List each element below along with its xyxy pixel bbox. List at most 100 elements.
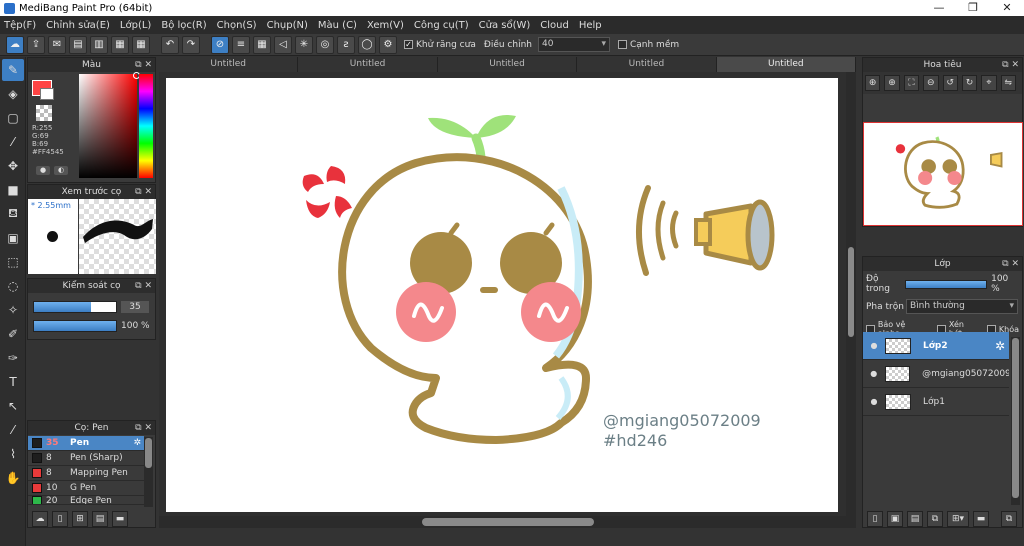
brush-list-scrollbar[interactable] — [144, 437, 153, 507]
snap-perspective-icon[interactable]: ◁ — [274, 35, 292, 54]
text-tool-icon[interactable]: T — [2, 371, 24, 393]
brush-opacity-slider[interactable] — [33, 320, 117, 332]
redo-button[interactable]: ↷ — [182, 35, 200, 54]
tab-untitled-4[interactable]: Untitled — [577, 57, 717, 72]
soft-edge-checkbox[interactable] — [617, 40, 627, 49]
snap-circle-icon[interactable]: ◎ — [316, 35, 334, 54]
snap-off-icon[interactable]: ⊘ — [211, 35, 229, 54]
panel-close-icon[interactable]: ⧉ ✕ — [135, 421, 152, 435]
select-pen-tool-icon[interactable]: ✐ — [2, 323, 24, 345]
adjust-select[interactable]: 40 — [537, 37, 610, 52]
menu-select[interactable]: Chọn(S) — [217, 20, 257, 31]
gradient-tool-icon[interactable]: ▣ — [2, 227, 24, 249]
select-tool-icon[interactable]: ⬚ — [2, 251, 24, 273]
eyedropper-tool-icon[interactable]: ⌇ — [2, 443, 24, 465]
brush-settings-icon[interactable]: ✲ — [133, 438, 141, 448]
color-add-icon[interactable]: ● — [36, 166, 50, 175]
flip-icon[interactable]: ⇋ — [1000, 75, 1016, 91]
layer-folder-icon[interactable]: ▬ — [973, 511, 989, 527]
reset-view-icon[interactable]: ⌖ — [981, 75, 997, 91]
brush-size-slider[interactable] — [33, 301, 117, 313]
hand-tool-icon[interactable]: ✋ — [2, 467, 24, 489]
menu-file[interactable]: Tệp(F) — [4, 20, 36, 31]
snap-radial-icon[interactable]: ✳ — [295, 35, 313, 54]
document-icon[interactable]: ▤ — [69, 35, 87, 54]
undo-button[interactable]: ↶ — [161, 35, 179, 54]
menu-snap[interactable]: Chụp(N) — [267, 20, 308, 31]
zoom-out-icon[interactable]: ⊖ — [923, 75, 939, 91]
minimize-button[interactable]: — — [922, 0, 956, 16]
menu-help[interactable]: Help — [579, 20, 602, 31]
new-8bit-layer-icon[interactable]: ▤ — [907, 511, 923, 527]
layer-settings-icon[interactable]: ✲ — [995, 339, 1005, 353]
blend-mode-select[interactable]: Bình thường — [906, 299, 1018, 314]
menu-color[interactable]: Màu (C) — [318, 20, 357, 31]
rotate-right-icon[interactable]: ↻ — [961, 75, 978, 91]
menu-edit[interactable]: Chỉnh sửa(E) — [46, 20, 110, 31]
operation-tool-icon[interactable]: ↖ — [2, 395, 24, 417]
brush-item-pen-sharp[interactable]: 8 Pen (Sharp) — [28, 451, 144, 466]
select-eraser-tool-icon[interactable]: ✑ — [2, 347, 24, 369]
brush-folder-icon[interactable]: ▬ — [112, 511, 128, 527]
duplicate-layer-icon[interactable]: ⧉ — [927, 511, 943, 527]
close-window-button[interactable]: ✕ — [990, 0, 1024, 16]
canvas-horizontal-scrollbar[interactable] — [159, 516, 856, 528]
dot-tool-icon[interactable]: ⁄ — [2, 131, 24, 153]
brush-item-mapping-pen[interactable]: 8 Mapping Pen — [28, 466, 144, 481]
panel-close-icon[interactable]: ⧉ ✕ — [1002, 58, 1019, 72]
menu-view[interactable]: Xem(V) — [367, 20, 404, 31]
layer-add-menu-icon[interactable]: ⊞▾ — [947, 511, 969, 527]
brush-item-edge-pen[interactable]: 20 Edge Pen — [28, 496, 144, 505]
panel-close-icon[interactable]: ⧉ ✕ — [1002, 257, 1019, 271]
new-layer-icon[interactable]: ▯ — [867, 511, 883, 527]
antialias-toggle[interactable]: ✓ Khử răng cưa — [404, 40, 476, 50]
brush-properties-icon[interactable]: ▤ — [92, 511, 108, 527]
layer-list-scrollbar[interactable] — [1011, 337, 1020, 505]
layer-visibility-icon[interactable]: ● — [863, 369, 885, 378]
menu-filter[interactable]: Bộ lọc(R) — [161, 20, 206, 31]
brush-tool-icon[interactable]: ✎ — [2, 59, 24, 81]
zoom-in-alt-icon[interactable]: ⊕ — [884, 75, 900, 91]
brush-cloud-icon[interactable]: ☁ — [32, 511, 48, 527]
add-brush-icon[interactable]: ⊞ — [72, 511, 88, 527]
soft-edge-toggle[interactable]: Cạnh mềm — [617, 40, 679, 50]
tab-untitled-2[interactable]: Untitled — [298, 57, 438, 72]
page-icon[interactable]: ▥ — [90, 35, 108, 54]
move-tool-icon[interactable]: ✥ — [2, 155, 24, 177]
hue-slider[interactable] — [139, 74, 153, 178]
layer-opacity-slider[interactable] — [905, 279, 988, 289]
brush-item-g-pen[interactable]: 10 G Pen — [28, 481, 144, 496]
menu-window[interactable]: Cửa sổ(W) — [479, 20, 531, 31]
secondary-color-swatch[interactable] — [40, 88, 54, 100]
layer-merge-icon[interactable]: ⧉ — [1001, 511, 1017, 527]
snap-ellipse-icon[interactable]: ◯ — [358, 35, 376, 54]
grid-icon[interactable]: ▦ — [132, 35, 150, 54]
panel-close-icon[interactable]: ⧉ ✕ — [135, 279, 152, 293]
rotate-left-icon[interactable]: ↺ — [942, 75, 958, 91]
tab-untitled-3[interactable]: Untitled — [437, 57, 578, 72]
rectangle-tool-icon[interactable]: ▢ — [2, 107, 24, 129]
snap-settings-icon[interactable]: ⚙ — [379, 35, 397, 54]
layer-visibility-icon[interactable]: ● — [863, 341, 885, 350]
layer-visibility-icon[interactable]: ● — [863, 397, 885, 406]
share-icon[interactable]: ⇪ — [27, 35, 45, 54]
comment-icon[interactable]: ✉ — [48, 35, 66, 54]
maximize-button[interactable]: ❐ — [956, 0, 990, 16]
magic-wand-tool-icon[interactable]: ✧ — [2, 299, 24, 321]
zoom-in-icon[interactable]: ⊕ — [865, 75, 881, 91]
canvas-area[interactable]: @mgiang05072009 #hd246 — [159, 72, 856, 516]
tab-untitled-1[interactable]: Untitled — [159, 57, 299, 72]
canvas-vertical-scrollbar[interactable] — [846, 72, 856, 516]
drawing-canvas[interactable]: @mgiang05072009 #hd246 — [166, 78, 838, 512]
page-manage-icon[interactable]: ▦ — [111, 35, 129, 54]
eraser-tool-icon[interactable]: ◈ — [2, 83, 24, 105]
navigator-thumbnail[interactable] — [863, 122, 1023, 226]
cloud-icon[interactable]: ☁ — [6, 35, 24, 54]
brush-item-pen[interactable]: 35 Pen ✲ — [28, 436, 144, 451]
divide-tool-icon[interactable]: ⁄ — [2, 419, 24, 441]
color-swap-icon[interactable]: ◐ — [54, 166, 68, 175]
menu-layer[interactable]: Lớp(L) — [120, 20, 151, 31]
fit-view-icon[interactable]: ⛶ — [903, 75, 920, 91]
transparent-swatch[interactable] — [36, 105, 52, 121]
tab-untitled-5[interactable]: Untitled — [716, 57, 857, 72]
